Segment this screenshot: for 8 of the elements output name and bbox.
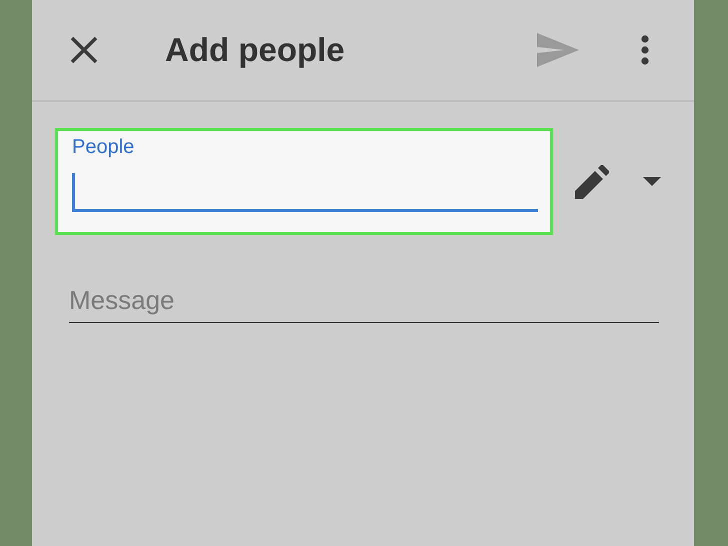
pencil-icon[interactable] [575,164,609,198]
close-icon[interactable] [70,36,98,64]
more-icon[interactable] [641,35,649,65]
people-field[interactable]: People [55,128,553,235]
message-field[interactable]: Message [69,281,659,323]
dropdown-caret-icon[interactable] [643,177,661,186]
screen-title: Add people [165,31,346,69]
field-label: People [72,136,136,159]
